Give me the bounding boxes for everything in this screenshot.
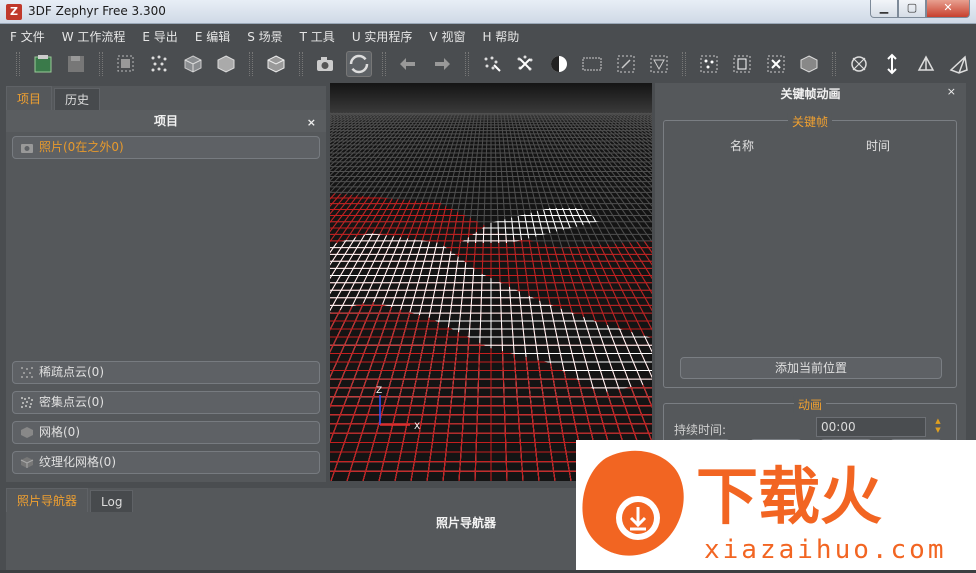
toolbar-separator (381, 52, 386, 76)
textured-mesh-label: 纹理化网格(0) (39, 455, 116, 469)
axis-x-label: X (414, 422, 420, 432)
menu-scene[interactable]: S 场景 (247, 28, 282, 45)
new-project-icon[interactable] (30, 51, 56, 77)
redo-icon[interactable] (429, 51, 455, 77)
add-current-position-button[interactable]: 添加当前位置 (680, 357, 942, 379)
3d-viewport[interactable]: Z X (330, 83, 652, 481)
box-icon[interactable] (796, 51, 822, 77)
maximize-button[interactable]: ▢ (898, 0, 926, 18)
mesh-icon[interactable] (214, 51, 240, 77)
axis-z-label: Z (376, 386, 382, 396)
dense-cloud-icon[interactable] (180, 51, 206, 77)
contrast-icon[interactable] (546, 51, 572, 77)
dense-cloud-icon (21, 397, 33, 408)
tab-project[interactable]: 项目 (6, 86, 53, 110)
tab-log[interactable]: Log (90, 490, 134, 512)
rect-select-icon[interactable] (613, 51, 639, 77)
tab-history[interactable]: 历史 (54, 88, 101, 110)
rotate-icon[interactable] (846, 51, 872, 77)
sparse-cloud-icon (21, 367, 33, 378)
watermark-url: xiazaihuo.com (704, 535, 947, 565)
translate-icon[interactable] (879, 51, 905, 77)
duration-stepper[interactable]: ▲ ▼ (934, 417, 942, 437)
photos-label: 照片(0在之外0) (39, 140, 124, 154)
animation-legend: 动画 (793, 396, 827, 413)
rgb-icon[interactable] (579, 51, 605, 77)
watermark: 下载火 xiazaihuo.com (576, 440, 976, 570)
menu-help[interactable]: H 帮助 (482, 28, 519, 45)
delete-selection-icon[interactable] (763, 51, 789, 77)
orbit-icon[interactable] (346, 51, 372, 77)
menu-export[interactable]: E 导出 (142, 28, 177, 45)
keyframes-group: 关键帧 名称 时间 添加当前位置 (663, 113, 957, 388)
close-icon[interactable]: × (307, 112, 316, 134)
duration-field[interactable]: 00:00 (816, 417, 926, 437)
column-time[interactable]: 时间 (866, 137, 890, 154)
sparse-cloud-item[interactable]: 稀疏点云(0) (12, 361, 320, 384)
camera-icon (21, 144, 33, 153)
toolbar-separator (16, 52, 20, 76)
app-window: Z 3DF Zephyr Free 3.300 ▁ ▢ ✕ F 文件 W 工作流… (0, 0, 976, 570)
keyframe-panel-title: 关键帧动画 (780, 87, 841, 101)
select-all-icon[interactable] (113, 51, 139, 77)
bottom-panel-tabs: 照片导航器 Log (6, 488, 135, 512)
toolbar-separator (681, 52, 686, 76)
menu-workflow[interactable]: W 工作流程 (62, 28, 126, 45)
mesh-item[interactable]: 网格(0) (12, 421, 320, 444)
poly-select-icon[interactable] (646, 51, 672, 77)
toolbar-separator (249, 52, 254, 76)
menu-file[interactable]: F 文件 (10, 28, 45, 45)
dense-cloud-item[interactable]: 密集点云(0) (12, 391, 320, 414)
select-points-icon[interactable] (696, 51, 722, 77)
menu-utilities[interactable]: U 实用程序 (352, 28, 413, 45)
toolbar-separator (464, 52, 469, 76)
photos-item[interactable]: 照片(0在之外0) (12, 136, 320, 159)
tab-photo-navigator[interactable]: 照片导航器 (6, 488, 89, 512)
watermark-brand-cn: 下载火 (696, 460, 882, 533)
keyframe-animation-panel: 关键帧动画 × 关键帧 名称 时间 添加当前位置 动画 持续时间: 00:00 … (655, 83, 966, 481)
project-panel-header: 项目 × (6, 110, 326, 132)
sparse-cloud-label: 稀疏点云(0) (39, 365, 104, 379)
main-toolbar (0, 47, 976, 81)
menu-bar: F 文件 W 工作流程 E 导出 E 编辑 S 场景 T 工具 U 实用程序 V… (0, 25, 976, 47)
toolbar-separator (831, 52, 836, 76)
textured-mesh-icon[interactable] (263, 51, 289, 77)
mesh-icon (21, 427, 33, 438)
minimize-button[interactable]: ▁ (870, 0, 898, 18)
watermark-logo: 下载火 xiazaihuo.com (582, 450, 947, 565)
lasso-select-icon[interactable] (479, 51, 505, 77)
sparse-cloud-icon[interactable] (147, 51, 173, 77)
project-panel-title: 项目 (153, 114, 178, 128)
dense-cloud-label: 密集点云(0) (39, 395, 104, 409)
axis-icon[interactable] (913, 51, 939, 77)
copy-selection-icon[interactable] (729, 51, 755, 77)
duration-label: 持续时间: (674, 423, 727, 437)
undo-icon[interactable] (396, 51, 422, 77)
column-name[interactable]: 名称 (730, 137, 754, 154)
toolbar-separator (99, 52, 103, 76)
keyframes-legend: 关键帧 (787, 113, 833, 130)
close-icon[interactable]: × (947, 85, 956, 98)
ground-grid: Z X (330, 83, 652, 481)
menu-view[interactable]: V 视窗 (429, 28, 465, 45)
window-title: 3DF Zephyr Free 3.300 (28, 4, 166, 18)
textured-mesh-icon (20, 457, 34, 468)
window-controls: ▁ ▢ ✕ (870, 0, 970, 18)
deselect-icon[interactable] (512, 51, 538, 77)
textured-mesh-item[interactable]: 纹理化网格(0) (12, 451, 320, 474)
menu-tools[interactable]: T 工具 (300, 28, 335, 45)
left-panel-tabs: 项目 历史 (6, 86, 102, 110)
menu-edit[interactable]: E 编辑 (195, 28, 230, 45)
camera-icon[interactable] (313, 51, 339, 77)
title-bar: Z 3DF Zephyr Free 3.300 ▁ ▢ ✕ (0, 0, 976, 24)
perspective-icon[interactable] (947, 51, 973, 77)
project-panel: 项目 历史 项目 × 照片(0在之外0) 稀疏点云(0) 密集点云(0) 网格(… (6, 86, 326, 482)
save-icon[interactable] (64, 51, 90, 77)
close-button[interactable]: ✕ (926, 0, 970, 18)
mesh-label: 网格(0) (39, 425, 80, 439)
toolbar-separator (298, 52, 303, 76)
app-logo-icon: Z (6, 4, 22, 20)
